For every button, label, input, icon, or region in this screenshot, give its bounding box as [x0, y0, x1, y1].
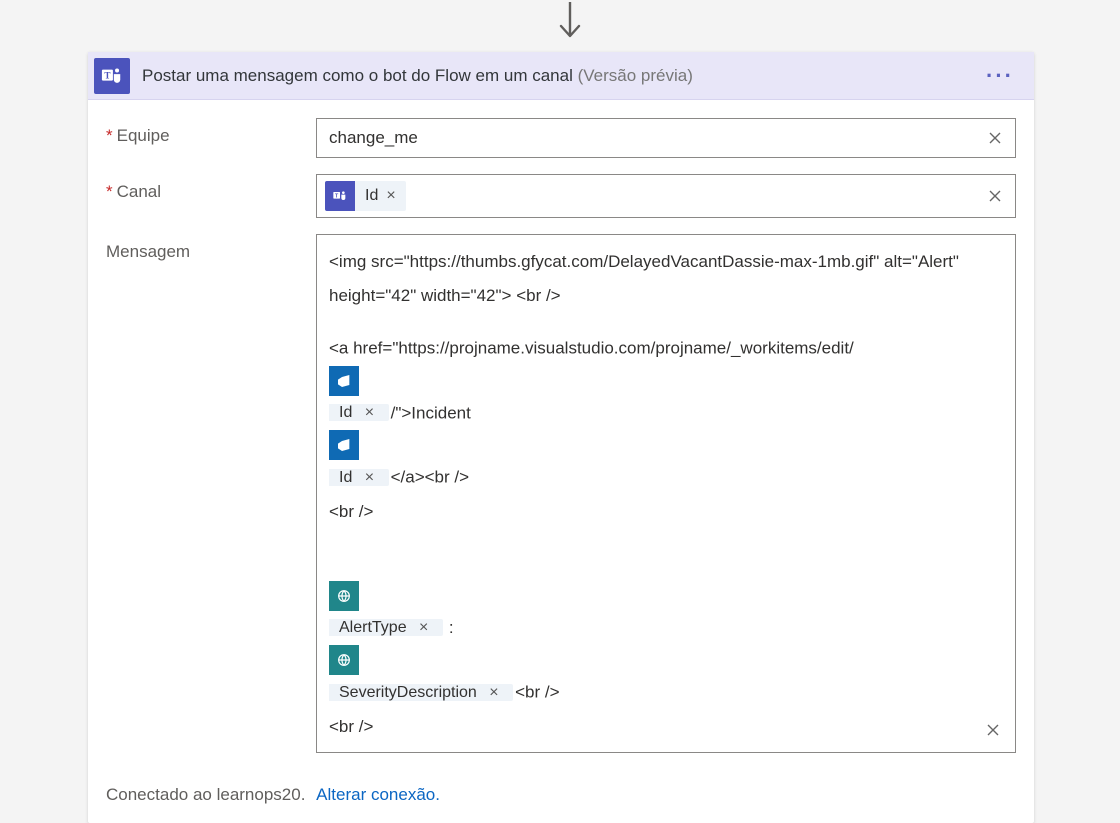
- flow-arrow-icon: [558, 2, 582, 44]
- channel-clear-button[interactable]: [981, 182, 1009, 210]
- message-text-seg2: <a href="https://projname.visualstudio.c…: [329, 339, 854, 358]
- message-label: Mensagem: [106, 234, 316, 262]
- card-footer: Conectado ao learnops20. Alterar conexão…: [88, 779, 1034, 823]
- message-input[interactable]: <img src="https://thumbs.gfycat.com/Dela…: [316, 234, 1016, 753]
- message-text-seg7: <br />: [515, 683, 559, 702]
- card-menu-button[interactable]: ···: [978, 65, 1022, 87]
- channel-input[interactable]: T Id ×: [316, 174, 1016, 218]
- globe-token-icon: [329, 581, 359, 611]
- globe-token-icon: [329, 645, 359, 675]
- vsts-token-icon: [329, 430, 359, 460]
- card-title-suffix: (Versão prévia): [578, 66, 693, 85]
- team-input-value[interactable]: change_me: [323, 124, 975, 152]
- message-text-seg3: /">Incident: [391, 403, 471, 422]
- team-input[interactable]: change_me: [316, 118, 1016, 158]
- token-remove[interactable]: ×: [365, 404, 384, 421]
- token-remove[interactable]: ×: [419, 619, 438, 636]
- message-token-alerttype[interactable]: AlertType ×: [329, 581, 1005, 637]
- token-remove[interactable]: ×: [489, 684, 508, 701]
- token-remove[interactable]: ×: [365, 469, 384, 486]
- vsts-token-icon: [329, 366, 359, 396]
- message-text-seg8: <br />: [329, 710, 1005, 744]
- message-token-severity[interactable]: SeverityDescription ×: [329, 645, 1005, 701]
- message-clear-button[interactable]: [979, 716, 1007, 744]
- channel-token-id[interactable]: T Id ×: [325, 181, 406, 211]
- channel-label: *Canal: [106, 174, 316, 202]
- message-text-seg4: </a><br />: [391, 468, 469, 487]
- message-text-seg6: :: [445, 618, 458, 637]
- message-text-seg1: <img src="https://thumbs.gfycat.com/Dela…: [329, 245, 1005, 313]
- card-title: Postar uma mensagem como o bot do Flow e…: [142, 66, 693, 86]
- change-connection-link[interactable]: Alterar conexão.: [316, 785, 440, 804]
- message-text-seg5: <br />: [329, 495, 1005, 529]
- connection-status: Conectado ao learnops20.: [106, 785, 305, 804]
- action-card: T Postar uma mensagem como o bot do Flow…: [88, 52, 1034, 823]
- svg-text:T: T: [104, 70, 110, 80]
- card-header[interactable]: T Postar uma mensagem como o bot do Flow…: [88, 52, 1034, 100]
- teams-token-icon: T: [325, 181, 355, 211]
- team-label: *Equipe: [106, 118, 316, 146]
- team-clear-button[interactable]: [981, 124, 1009, 152]
- teams-icon: T: [94, 58, 130, 94]
- channel-token-remove[interactable]: ×: [386, 187, 405, 205]
